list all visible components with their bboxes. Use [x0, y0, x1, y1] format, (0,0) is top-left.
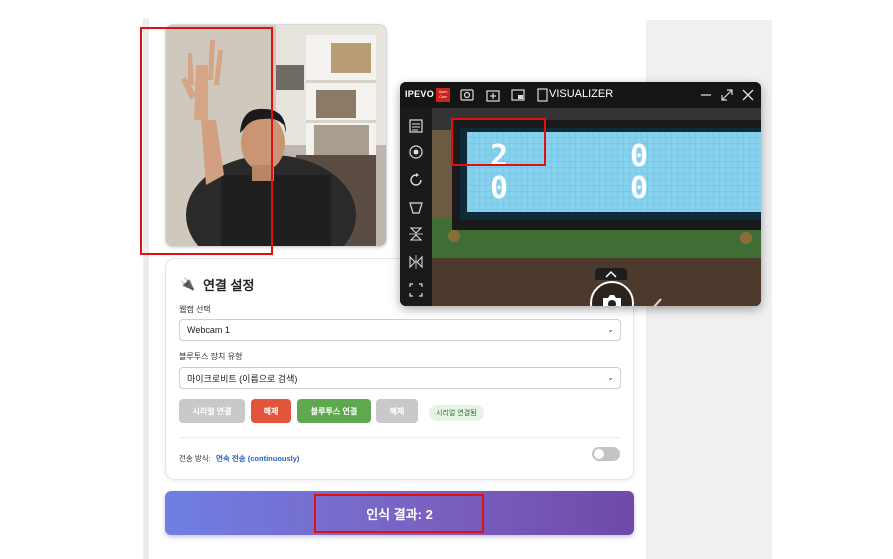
settings-icon[interactable] — [460, 88, 474, 102]
document-icon[interactable] — [408, 118, 424, 134]
chevron-down-icon: ⌄ — [607, 325, 614, 334]
chevron-up-icon — [605, 270, 617, 278]
mirror-icon[interactable] — [408, 254, 424, 270]
transfer-mode-label: 전송 방식: — [179, 454, 211, 463]
webcam-label: 웹캠 선택 — [179, 305, 211, 314]
plug-icon: 🔌 — [180, 277, 195, 291]
window-icon[interactable] — [535, 88, 549, 102]
bt-type-select-value: 마이크로비트 (이름으로 검색) — [187, 373, 298, 384]
pip-icon[interactable] — [511, 88, 525, 102]
webcam-select-value: Webcam 1 — [187, 325, 230, 335]
perspective-icon[interactable] — [408, 200, 424, 216]
lcd-row-1-right: 0 — [630, 139, 648, 174]
camera-focus-icon[interactable] — [408, 144, 424, 160]
flip-vertical-icon[interactable] — [408, 226, 424, 242]
bt-disconnect-button[interactable]: 해제 — [376, 399, 418, 423]
bt-connect-button[interactable]: 블루투스 연결 — [297, 399, 371, 423]
minimize-icon[interactable] — [700, 89, 712, 101]
visualizer-sidebar — [400, 108, 432, 306]
transfer-mode-value: 연속 전송 (continuously) — [216, 454, 300, 463]
visualizer-titlebar: IPEVO Open Cam VISUALIZER — [400, 82, 761, 108]
serial-disconnect-button[interactable]: 해제 — [251, 399, 291, 423]
serial-connect-button[interactable]: 시리얼 연결 — [179, 399, 245, 423]
bt-type-label: 블루투스 장치 유형 — [179, 352, 243, 361]
lcd-row-2-right: 0 — [630, 171, 648, 206]
annotation-box-hand — [140, 27, 273, 255]
chevron-down-icon: ⌄ — [607, 373, 614, 382]
status-badge: 시리얼 연결됨 — [429, 405, 484, 421]
collapse-tab[interactable] — [595, 268, 627, 280]
visualizer-logo: IPEVO — [405, 89, 435, 99]
annotation-tool-icon[interactable] — [644, 297, 664, 306]
toggle-knob — [594, 449, 604, 459]
settings-title: 🔌 연결 설정 — [180, 275, 254, 293]
bt-type-select[interactable]: 마이크로비트 (이름으로 검색) ⌄ — [179, 367, 621, 389]
add-source-icon[interactable] — [486, 88, 500, 102]
opencam-badge[interactable]: Open Cam — [436, 88, 450, 102]
settings-title-text: 연결 설정 — [202, 277, 255, 293]
annotation-box-result — [314, 494, 484, 533]
annotation-box-lcd — [451, 118, 546, 166]
rotate-icon[interactable] — [408, 172, 424, 188]
lcd-row-2-left: 0 — [490, 171, 508, 206]
divider — [179, 437, 621, 438]
transfer-toggle[interactable] — [592, 447, 620, 461]
close-icon[interactable] — [742, 89, 754, 101]
camera-icon — [603, 295, 621, 306]
visualizer-window[interactable]: IPEVO Open Cam VISUALIZER 2 0 0 0 — [400, 82, 761, 306]
visualizer-title: VISUALIZER — [549, 88, 614, 100]
crop-icon[interactable] — [408, 282, 424, 298]
webcam-select[interactable]: Webcam 1 ⌄ — [179, 319, 621, 341]
page: 🔌 연결 설정 웹캠 선택 Webcam 1 ⌄ 블루투스 장치 유형 마이크로… — [0, 0, 893, 559]
maximize-icon[interactable] — [721, 89, 733, 101]
